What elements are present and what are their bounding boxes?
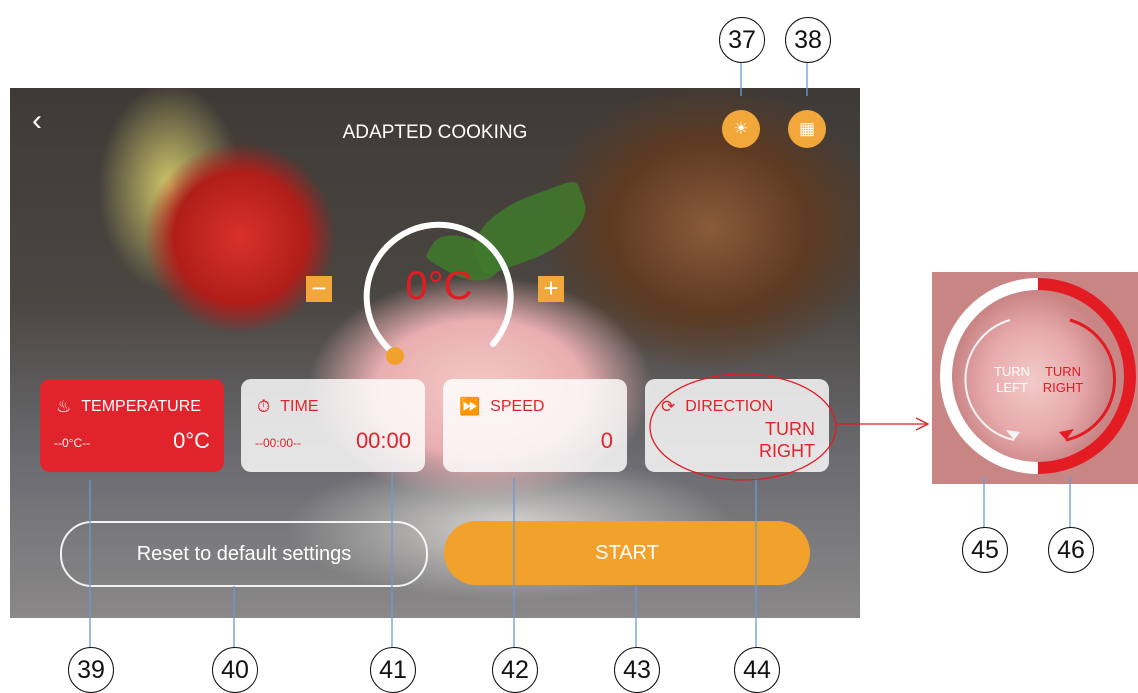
callout-40: 40 — [212, 647, 258, 693]
callout-38: 38 — [785, 17, 831, 63]
callout-43: 43 — [614, 647, 660, 693]
callout-42: 42 — [492, 647, 538, 693]
callout-41: 41 — [370, 647, 416, 693]
highlight-ellipse — [649, 373, 837, 481]
callout-45: 45 — [962, 527, 1008, 573]
annotation-lines — [89, 60, 1071, 650]
callout-39: 39 — [68, 647, 114, 693]
callout-44: 44 — [734, 647, 780, 693]
callout-46: 46 — [1048, 527, 1094, 573]
callout-37: 37 — [719, 17, 765, 63]
